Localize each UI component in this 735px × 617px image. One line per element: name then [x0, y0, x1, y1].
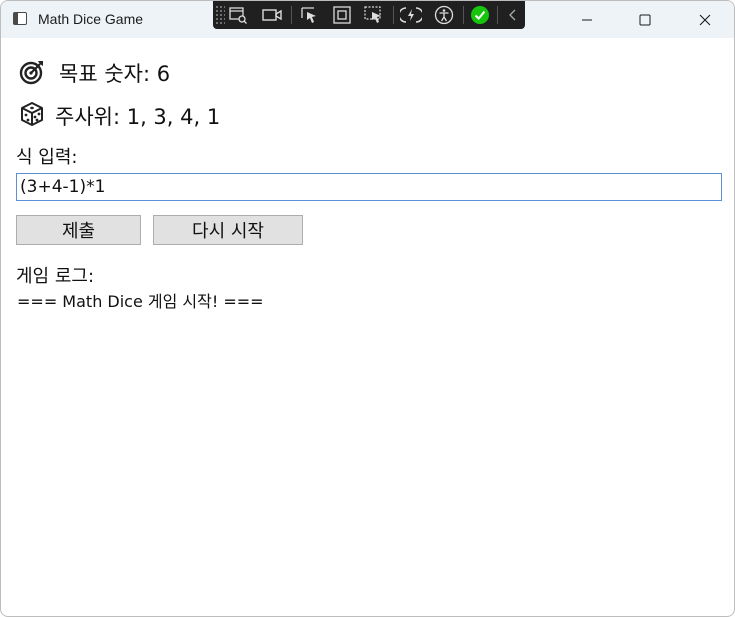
collapse-chevron-icon[interactable] [502, 5, 524, 25]
app-window-icon [13, 12, 27, 25]
restart-button[interactable]: 다시 시작 [153, 215, 303, 245]
accessibility-icon[interactable] [433, 5, 455, 25]
video-icon[interactable] [261, 5, 283, 25]
close-button[interactable] [682, 1, 728, 38]
toolbar-divider [393, 6, 394, 24]
game-log-label: 게임 로그: [16, 266, 95, 287]
expression-input[interactable] [16, 173, 722, 201]
toolbar-grip-handle[interactable] [215, 5, 225, 25]
select-element-icon[interactable] [299, 5, 321, 25]
track-focus-icon[interactable] [363, 5, 385, 25]
minimize-icon [582, 19, 592, 20]
toolbar-divider [463, 6, 464, 24]
close-icon [699, 14, 711, 25]
window-title: Math Dice Game [38, 11, 144, 27]
minimize-button[interactable] [564, 1, 610, 38]
toolbar-divider [497, 6, 498, 24]
xaml-debug-toolbar [213, 1, 525, 29]
game-panel: 목표 숫자: 6 주사위: 1, 3, 4, 1 식 입력: 제출 다시 시작 … [1, 38, 734, 616]
maximize-icon [639, 14, 651, 25]
live-visual-tree-icon[interactable] [227, 5, 249, 25]
submit-button[interactable]: 제출 [16, 215, 141, 245]
target-number-label: 목표 숫자: 6 [59, 62, 171, 86]
dice-values-label: 주사위: 1, 3, 4, 1 [55, 105, 221, 129]
expression-input-label: 식 입력: [16, 147, 78, 168]
app-window: Math Dice Game 목표 숫자: 6 주사위: 1, 3, 4, 1 … [0, 0, 735, 617]
display-layout-adorners-icon[interactable] [331, 5, 353, 25]
title-bar[interactable]: Math Dice Game [1, 1, 734, 38]
binding-check-icon[interactable] [469, 5, 491, 25]
toolbar-divider [291, 6, 292, 24]
game-log-entry: === Math Dice 게임 시작! === [17, 292, 264, 311]
target-dart-icon [19, 59, 45, 85]
hot-reload-icon[interactable] [400, 5, 422, 25]
dice-icon [19, 101, 45, 127]
maximize-button[interactable] [622, 1, 668, 38]
